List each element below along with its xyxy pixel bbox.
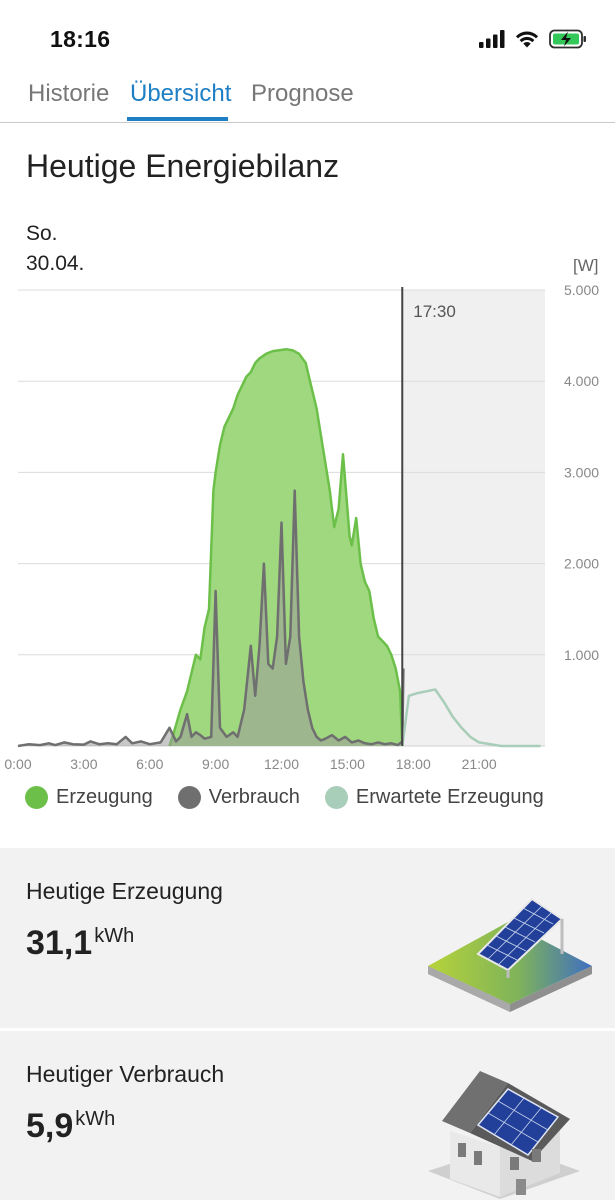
legend-item-verbrauch: Verbrauch (177, 785, 300, 809)
current-time-label: 17:30 (413, 302, 456, 321)
wifi-icon (515, 31, 539, 48)
x-tick-label: 21:00 (462, 756, 497, 772)
tab-uebersicht[interactable]: Übersicht (130, 80, 231, 108)
card-heutiger-verbrauch[interactable]: Heutiger Verbrauch 5,9 kWh (0, 1031, 615, 1200)
card-title: Heutige Erzeugung (26, 878, 223, 904)
signal-icon (479, 30, 505, 48)
status-time: 18:16 (50, 26, 111, 52)
y-tick-label: 4.000 (564, 373, 599, 389)
y-unit-label: [W] (573, 256, 599, 275)
legend-label: Erzeugung (56, 785, 153, 808)
x-tick-label: 12:00 (264, 756, 299, 772)
page-title: Heutige Energiebilanz (26, 148, 340, 184)
x-tick-label: 6:00 (136, 756, 163, 772)
status-icons (479, 28, 587, 50)
energy-chart[interactable]: 17:30 [W] 1.000 2.000 3.000 4.000 5.000 0:00 3:0… (0, 250, 615, 780)
legend-label: Erwartete Erzeugung (355, 785, 544, 808)
forecast-region (402, 290, 545, 746)
tab-prognose[interactable]: Prognose (251, 80, 354, 108)
tab-bar: Historie Übersicht Prognose (0, 70, 615, 123)
legend-dot-erzeugung (25, 785, 48, 809)
status-bar: 18:16 (0, 0, 615, 70)
card-heutige-erzeugung[interactable]: Heutige Erzeugung 31,1 kWh (0, 848, 615, 1028)
x-tick-label: 15:00 (330, 756, 365, 772)
card-value-number: 5,9 (26, 1107, 74, 1145)
card-value-number: 31,1 (26, 924, 93, 962)
tab-historie[interactable]: Historie (28, 80, 109, 108)
x-tick-label: 9:00 (202, 756, 229, 772)
y-tick-label: 2.000 (564, 556, 599, 572)
date-weekday: So. (26, 222, 58, 245)
x-tick-label: 18:00 (396, 756, 431, 772)
solar-panel-icon (428, 897, 592, 1012)
y-tick-label: 1.000 (564, 647, 599, 663)
y-tick-label: 3.000 (564, 464, 599, 480)
legend-dot-erwartete-erzeugung (324, 785, 348, 809)
legend-dot-verbrauch (177, 785, 201, 809)
card-value: 31,1 kWh (26, 924, 134, 963)
x-tick-label: 0:00 (4, 756, 31, 772)
chart-legend: Erzeugung Verbrauch Erwartete Erzeugung (25, 783, 569, 811)
legend-item-erwartete-erzeugung: Erwartete Erzeugung (324, 785, 544, 809)
card-value-unit: kWh (75, 1108, 116, 1130)
legend-item-erzeugung: Erzeugung (25, 785, 153, 809)
active-tab-indicator (127, 117, 228, 121)
card-title: Heutiger Verbrauch (26, 1061, 225, 1087)
battery-charging-icon (549, 29, 586, 49)
x-tick-label: 3:00 (70, 756, 97, 772)
card-value: 5,9 kWh (26, 1107, 115, 1146)
legend-label: Verbrauch (208, 785, 300, 808)
y-tick-label: 5.000 (564, 282, 599, 298)
house-solar-icon (428, 1071, 580, 1199)
card-value-unit: kWh (94, 925, 135, 947)
energy-chart-svg: 17:30 [W] 1.000 2.000 3.000 4.000 5.000 0:00 3:0… (4, 256, 599, 772)
